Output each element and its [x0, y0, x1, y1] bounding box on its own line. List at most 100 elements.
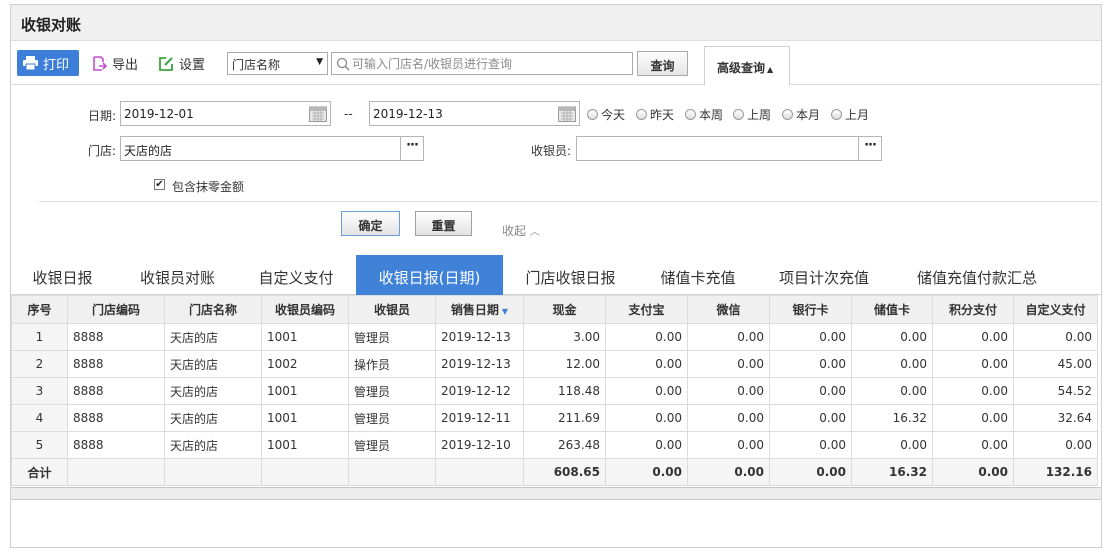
quick-range-label: 本周	[699, 108, 724, 122]
table-row[interactable]: 4 8888 天店的店 1001 管理员 2019-12-11 211.69 0.00 0.00…	[11, 404, 1098, 432]
collapse-link[interactable]: 收起 ︿	[502, 222, 540, 239]
column-header[interactable]: 储值卡	[851, 295, 933, 324]
quick-range-this-week[interactable]: 本周	[685, 106, 723, 123]
quick-range-label: 今天	[601, 108, 626, 122]
query-button[interactable]: 查询	[637, 51, 688, 76]
table-cell: 2019-12-11	[435, 404, 524, 432]
table-cell: 1001	[261, 323, 349, 351]
tab-cashier-reconcile[interactable]: 收银员对账	[124, 255, 231, 295]
title-bar: 收银对账	[11, 5, 1101, 41]
table-cell: 0.00	[605, 404, 688, 432]
column-header[interactable]: 支付宝	[605, 295, 688, 324]
store-input[interactable]: 天店的店 ···	[120, 136, 424, 161]
table-cell: 54.52	[1013, 377, 1098, 405]
confirm-button[interactable]: 确定	[341, 211, 400, 236]
toolbar: 打印 导出 设置 门店名称 ▼ 查询 高级查询▲	[11, 42, 1101, 86]
advanced-query-panel: 日期: 2019-12-01 -- 2019-12-13 今天 昨天 本周 上周…	[11, 86, 1101, 256]
column-header[interactable]: 自定义支付	[1013, 295, 1098, 324]
print-button[interactable]: 打印	[17, 50, 79, 76]
table-cell: 8888	[67, 323, 165, 351]
table-cell: 263.48	[523, 431, 606, 459]
column-header[interactable]: 积分支付	[932, 295, 1014, 324]
tab-cashier-daily[interactable]: 收银日报	[11, 255, 114, 295]
tab-custom-payment[interactable]: 自定义支付	[244, 255, 348, 295]
total-cell: 0.00	[932, 458, 1014, 486]
date-range-separator: --	[344, 107, 353, 121]
tab-daily-by-date[interactable]: 收银日报(日期)	[356, 255, 503, 295]
column-header[interactable]: 收银员编码	[261, 295, 349, 324]
column-header[interactable]: 门店名称	[164, 295, 262, 324]
quick-range-last-week[interactable]: 上周	[733, 106, 771, 123]
table-cell: 0.00	[932, 323, 1014, 351]
export-button[interactable]: 导出	[92, 50, 138, 76]
search-input[interactable]	[352, 55, 628, 72]
search-icon	[336, 57, 350, 71]
table-cell: 118.48	[523, 377, 606, 405]
quick-range-yesterday[interactable]: 昨天	[636, 106, 674, 123]
table-row[interactable]: 3 8888 天店的店 1001 管理员 2019-12-12 118.48 0.00 0.00…	[11, 377, 1098, 405]
table-cell: 0.00	[687, 377, 770, 405]
tab-store-daily[interactable]: 门店收银日报	[514, 255, 627, 295]
start-date-input[interactable]: 2019-12-01	[120, 101, 331, 126]
column-header[interactable]: 门店编码	[67, 295, 165, 324]
column-header-sale-date[interactable]: 销售日期 ▼	[435, 295, 524, 324]
radio-icon	[685, 109, 696, 120]
table-cell: 8888	[67, 377, 165, 405]
total-cell	[261, 458, 349, 486]
store-picker-button[interactable]: ···	[400, 137, 423, 160]
column-header[interactable]: 现金	[523, 295, 606, 324]
table-cell: 天店的店	[164, 350, 262, 378]
total-cell	[348, 458, 436, 486]
table-cell: 天店的店	[164, 404, 262, 432]
table-cell: 0.00	[1013, 431, 1098, 459]
table-cell: 0.00	[605, 350, 688, 378]
table-cell: 0.00	[769, 377, 852, 405]
tab-item-recharge[interactable]: 项目计次充值	[764, 255, 884, 295]
cashier-picker-button[interactable]: ···	[858, 137, 881, 160]
report-grid: 序号 门店编码 门店名称 收银员编码 收银员 销售日期 ▼ 现金 支付宝 微信 银…	[11, 295, 1101, 486]
tab-card-recharge[interactable]: 储值卡充值	[642, 255, 754, 295]
calendar-icon	[558, 106, 576, 122]
table-cell: 0.00	[932, 404, 1014, 432]
dropdown-arrow-icon: ▼	[316, 57, 323, 67]
table-cell: 0.00	[687, 404, 770, 432]
radio-icon	[636, 109, 647, 120]
table-cell: 管理员	[348, 431, 436, 459]
quick-range-today[interactable]: 今天	[587, 106, 625, 123]
table-row[interactable]: 5 8888 天店的店 1001 管理员 2019-12-10 263.48 0.00 0.00…	[11, 431, 1098, 459]
table-row[interactable]: 2 8888 天店的店 1002 操作员 2019-12-13 12.00 0.00 0.00 0…	[11, 350, 1098, 378]
include-rounding-checkbox[interactable]: ✔	[154, 179, 165, 190]
search-field-select[interactable]: 门店名称 ▼	[227, 52, 328, 75]
table-row[interactable]: 1 8888 天店的店 1001 管理员 2019-12-13 3.00 0.00 0.00 0.…	[11, 323, 1098, 351]
tab-recharge-summary[interactable]: 储值充值付款汇总	[899, 255, 1055, 295]
table-cell: 4	[11, 404, 68, 432]
column-header[interactable]: 收银员	[348, 295, 436, 324]
quick-range-last-month[interactable]: 上月	[831, 106, 869, 123]
report-tabs: 收银日报 收银员对账 自定义支付 收银日报(日期) 门店收银日报 储值卡充值 项…	[11, 255, 1101, 295]
advanced-query-toggle[interactable]: 高级查询 ▲	[704, 46, 790, 86]
sort-desc-icon: ▼	[501, 307, 509, 316]
table-cell: 32.64	[1013, 404, 1098, 432]
column-header[interactable]: 银行卡	[769, 295, 852, 324]
table-cell: 天店的店	[164, 377, 262, 405]
settings-button[interactable]: 设置	[159, 50, 205, 76]
column-header[interactable]: 序号	[11, 295, 68, 324]
table-cell: 2	[11, 350, 68, 378]
end-date-input[interactable]: 2019-12-13	[369, 101, 580, 126]
table-cell: 天店的店	[164, 323, 262, 351]
table-cell: 1002	[261, 350, 349, 378]
column-header[interactable]: 微信	[687, 295, 770, 324]
table-cell: 8888	[67, 431, 165, 459]
reset-button[interactable]: 重置	[415, 211, 472, 236]
cashier-input[interactable]: ···	[576, 136, 882, 161]
table-cell: 0.00	[769, 404, 852, 432]
table-cell: 2019-12-12	[435, 377, 524, 405]
table-cell: 管理员	[348, 404, 436, 432]
quick-range-this-month[interactable]: 本月	[782, 106, 820, 123]
horizontal-scrollbar[interactable]	[11, 487, 1101, 500]
table-cell: 0.00	[851, 350, 933, 378]
calendar-icon	[309, 106, 327, 122]
total-label: 合计	[11, 458, 68, 486]
table-cell: 0.00	[687, 431, 770, 459]
table-cell: 0.00	[932, 350, 1014, 378]
